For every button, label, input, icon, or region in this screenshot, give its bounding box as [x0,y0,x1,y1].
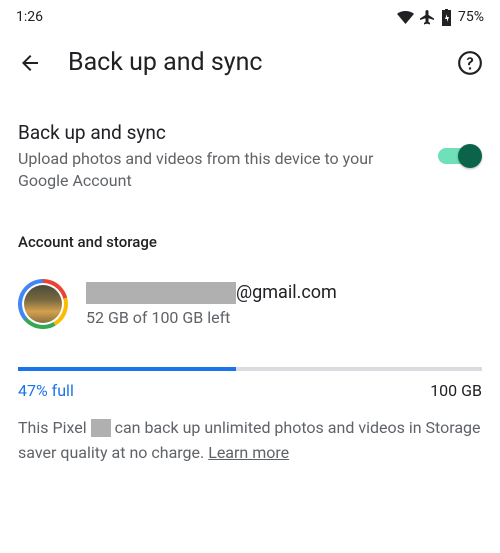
status-bar: 1:26 75% [0,0,500,28]
avatar [24,285,62,323]
storage-remaining: 52 GB of 100 GB left [86,308,482,327]
percent-full: 47% full [18,381,74,400]
battery-percent: 75% [458,9,484,25]
help-icon [457,50,483,76]
backup-sync-setting[interactable]: Back up and sync Upload photos and video… [0,97,500,205]
status-time: 1:26 [16,9,43,25]
storage-total: 100 GB [430,381,482,400]
progress-bar [18,367,482,371]
storage-progress: 47% full 100 GB [0,339,500,400]
setting-description: Upload photos and videos from this devic… [18,148,426,191]
account-row[interactable]: @gmail.com 52 GB of 100 GB left [0,269,500,339]
battery-icon [441,9,452,26]
page-title: Back up and sync [68,48,432,77]
setting-title: Back up and sync [18,121,426,144]
help-button[interactable] [456,49,484,77]
footer-prefix: This Pixel [18,418,91,437]
footer-note: This Pixel can back up unlimited photos … [0,400,500,466]
progress-fill [18,367,236,371]
avatar-ring [18,279,68,329]
redacted-username [86,282,236,304]
airplane-icon [420,10,435,25]
learn-more-link[interactable]: Learn more [208,443,289,462]
email-suffix: @gmail.com [236,282,337,303]
status-right: 75% [397,9,484,26]
backup-sync-toggle[interactable] [438,144,482,168]
redacted-model [91,419,111,437]
back-button[interactable] [16,49,44,77]
wifi-icon [397,11,414,24]
account-email: @gmail.com [86,282,482,304]
section-header: Account and storage [0,205,500,269]
arrow-back-icon [18,51,42,75]
app-bar: Back up and sync [0,28,500,97]
